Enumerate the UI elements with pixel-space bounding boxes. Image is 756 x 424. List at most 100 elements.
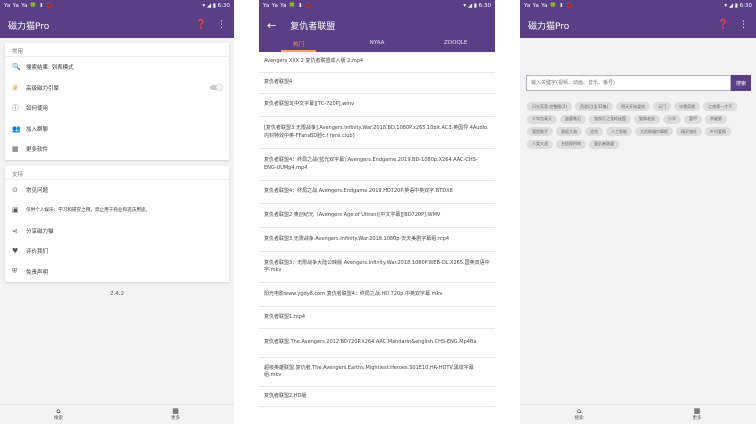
bottom-nav: ⌂ 搜索 ▦ 更多 — [0, 404, 234, 424]
list-item[interactable]: 复仇者联盟3[中文字幕][TC-720P].wmv — [259, 94, 495, 117]
history-chip[interactable]: 明天开始爱你 — [616, 102, 651, 111]
list-item[interactable]: 阳光电影www.ygdy8.com.复仇者联盟4：终局之战.HD.720p.中英… — [259, 283, 495, 307]
list-item[interactable]: 复仇者联盟2 奥创纪元（Avengers Age of Ultron)[中文字幕… — [259, 204, 495, 228]
nav-label: 更多 — [171, 416, 180, 421]
nav-label: 更多 — [692, 416, 702, 421]
status-right: ▾ ◢ ▮ 6:30 — [724, 3, 752, 9]
history-chip[interactable]: 江南第一才子 — [703, 102, 738, 111]
history-chip[interactable]: 杀破狼 — [705, 114, 727, 124]
search-input[interactable] — [526, 75, 731, 91]
menu-item-label: 常见问题 — [26, 187, 49, 194]
history-chip[interactable]: 天门 — [653, 102, 672, 111]
alert-icon: ▣ — [12, 206, 19, 215]
app-bar: 磁力猫Pro ❓ ⋮ — [0, 12, 234, 38]
menu-item-label: 搜索结果: 列表模式 — [26, 65, 74, 72]
list-item[interactable]: 复仇者联盟.The.Avengers.2012.BD720P.X264.AAC.… — [259, 329, 495, 358]
search-icon: 🔍 — [12, 63, 21, 72]
menu-item-label: 免责声明 — [26, 269, 49, 276]
tab-hot[interactable]: 热门 — [259, 38, 338, 52]
history-chip[interactable]: 闪光芳菲·完整版(2) — [527, 102, 572, 111]
share-icon: ⋖ — [12, 226, 18, 235]
history-chip[interactable]: 名侦探柯南 — [556, 139, 586, 149]
menu-item-label: 评价我们 — [26, 249, 49, 256]
tab-nyaa[interactable]: NYAA — [338, 38, 417, 52]
list-item[interactable]: 复仇者联盟4：终局之战.Avengers.Endgame.2019.HD720P… — [259, 181, 495, 204]
nav-search[interactable]: ⌂ 搜索 — [520, 405, 638, 424]
menu-item-label: 如何使用 — [26, 106, 49, 113]
nav-more[interactable]: ▦ 更多 — [117, 405, 234, 424]
nav-label: 搜索 — [54, 416, 63, 421]
history-chip[interactable]: 我是歌手 — [527, 127, 553, 136]
list-item[interactable]: 复仇者联盟4：终局之战(蓝光双字幕).Avengers.Endgame.2019… — [259, 149, 495, 181]
app-bar: ← 复仇者联盟 — [259, 12, 495, 38]
support-section: 支持 ⊙ 常见问题 ▣ 仅供个人娱乐、学习和研究之用，禁止用于商业和违法用途。 … — [5, 165, 229, 283]
group-icon: 👥 — [12, 124, 21, 133]
history-chip[interactable]: 复仇者联盟 — [589, 139, 619, 149]
nav-search[interactable]: ⌂ 搜索 — [0, 405, 117, 424]
menu-item-more-apps[interactable]: ▦ 更多软件 — [5, 139, 229, 160]
history-chip[interactable]: 人工智能 — [606, 127, 632, 136]
menu-item-terms[interactable]: ⛨ 免责声明 — [5, 262, 229, 283]
app-title: 磁力猫Pro — [8, 21, 50, 32]
search-bar: 搜索 — [526, 75, 751, 91]
info-icon: ⓘ — [12, 104, 19, 113]
menu-item-advanced-engine[interactable]: ♛ 高级磁力引擎 — [5, 78, 229, 99]
history-chip[interactable]: 猫和老鼠 — [634, 114, 660, 124]
list-item[interactable]: 复仇者联盟2.HD版 — [259, 387, 495, 407]
settings-screen: Ya Ya Ya 🍀 ⬇ 🐞 ▾ ◢ ▮ 6:30 磁力猫Pro ❓ ⋮ 常用 … — [0, 0, 234, 424]
heart-icon: ♥ — [12, 247, 19, 256]
list-item[interactable]: Avengers XXX 2 复仇者联盟成人版 2.mp4 — [259, 52, 495, 73]
list-item[interactable]: 复仇者联盟3：无限战争大陆公映版 Avengers.Infinity.War.2… — [259, 252, 495, 283]
section-header: 支持 — [5, 166, 229, 180]
list-item[interactable]: 复仇者联盟4 — [259, 73, 495, 94]
list-item[interactable]: 超级英雄联盟.复仇者.The.Avengers.Earths.Mightiest… — [259, 358, 495, 387]
menu-item-how-to-use[interactable]: ⓘ 如何使用 — [5, 98, 229, 119]
search-query-title: 复仇者联盟 — [290, 21, 336, 32]
list-item[interactable]: [复仇者联盟3:无限战争].Avengers.Infinity.War.2018… — [259, 117, 495, 149]
menu-item-rate[interactable]: ♥ 评价我们 — [5, 241, 229, 262]
advanced-engine-toggle[interactable] — [210, 83, 223, 91]
status-left: Ya Ya Ya 🍀 ⬇ 🐞 — [4, 3, 54, 9]
history-chip[interactable]: 星辰大海 — [556, 127, 582, 136]
source-tabs: 热门 NYAA ZOOQLE — [259, 38, 495, 52]
history-chip[interactable]: 北京 — [585, 127, 603, 136]
history-chip[interactable]: 冰雪奇缘 — [674, 102, 701, 111]
grid-icon: ▦ — [12, 145, 19, 154]
grid-icon: ▦ — [693, 407, 701, 415]
help-icon[interactable]: ❓ — [718, 20, 729, 30]
history-chip[interactable]: 少年包青天 — [527, 114, 557, 124]
menu-item-faq[interactable]: ⊙ 常见问题 — [5, 180, 229, 201]
history-chip[interactable]: 乡村爱情 — [705, 127, 731, 136]
tab-zooqle[interactable]: ZOOQLE — [416, 38, 495, 52]
menu-item-list-mode[interactable]: 🔍 搜索结果: 列表模式 — [5, 57, 229, 78]
history-chip[interactable]: 小学 — [663, 114, 681, 124]
app-bar: 磁力猫Pro ❓ ⋮ — [520, 12, 756, 38]
history-chip[interactable]: 精灵旅社 — [676, 127, 702, 136]
list-item[interactable]: 复仇者联盟1.mp4 — [259, 307, 495, 329]
list-item[interactable]: 复仇者联盟3.无限战争.Avengers.Infinity.War.2018.1… — [259, 228, 495, 252]
history-chip[interactable]: 人类大战 — [527, 139, 553, 149]
back-arrow-icon[interactable]: ← — [267, 19, 276, 32]
history-chip[interactable]: 富甲 — [684, 114, 702, 124]
search-button[interactable]: 搜索 — [731, 75, 751, 91]
shield-icon: ⛨ — [12, 267, 18, 276]
menu-item-label: 加入群聊 — [26, 126, 49, 133]
help-icon[interactable]: ❓ — [196, 20, 207, 30]
history-chip[interactable]: 西游记(全32集) — [574, 102, 614, 111]
menu-item-join-group[interactable]: 👥 加入群聊 — [5, 119, 229, 140]
history-chip[interactable]: 大侦探福尔摩斯 — [635, 127, 673, 136]
menu-item-share[interactable]: ⋖ 分享磁力猫 — [5, 221, 229, 242]
menu-item-disclaimer-note[interactable]: ▣ 仅供个人娱乐、学习和研究之用，禁止用于商业和违法用途。 — [5, 200, 229, 221]
nav-more[interactable]: ▦ 更多 — [638, 405, 756, 424]
history-chip[interactable]: 盗墓笔记 — [560, 114, 586, 124]
home-icon: ⌂ — [56, 407, 61, 415]
more-vert-icon[interactable]: ⋮ — [739, 20, 748, 30]
more-vert-icon[interactable]: ⋮ — [217, 20, 226, 30]
app-title: 磁力猫Pro — [528, 21, 570, 32]
history-chip[interactable]: 鬼吹灯之龙岭迷窟 — [589, 114, 631, 124]
crown-icon: ♛ — [12, 83, 19, 92]
search-history: 闪光芳菲·完整版(2) 西游记(全32集) 明天开始爱你 天门 冰雪奇缘 江南第一才子少年… — [520, 91, 756, 152]
home-icon: ⌂ — [576, 407, 582, 415]
search-screen: Ya Ya Ya 🍀 ⬇ 🐞 ▾ ◢ ▮ 6:30 磁力猫Pro ❓ ⋮ 搜索 … — [520, 0, 756, 424]
status-right: ▾ ◢ ▮ 6:30 — [202, 3, 230, 9]
